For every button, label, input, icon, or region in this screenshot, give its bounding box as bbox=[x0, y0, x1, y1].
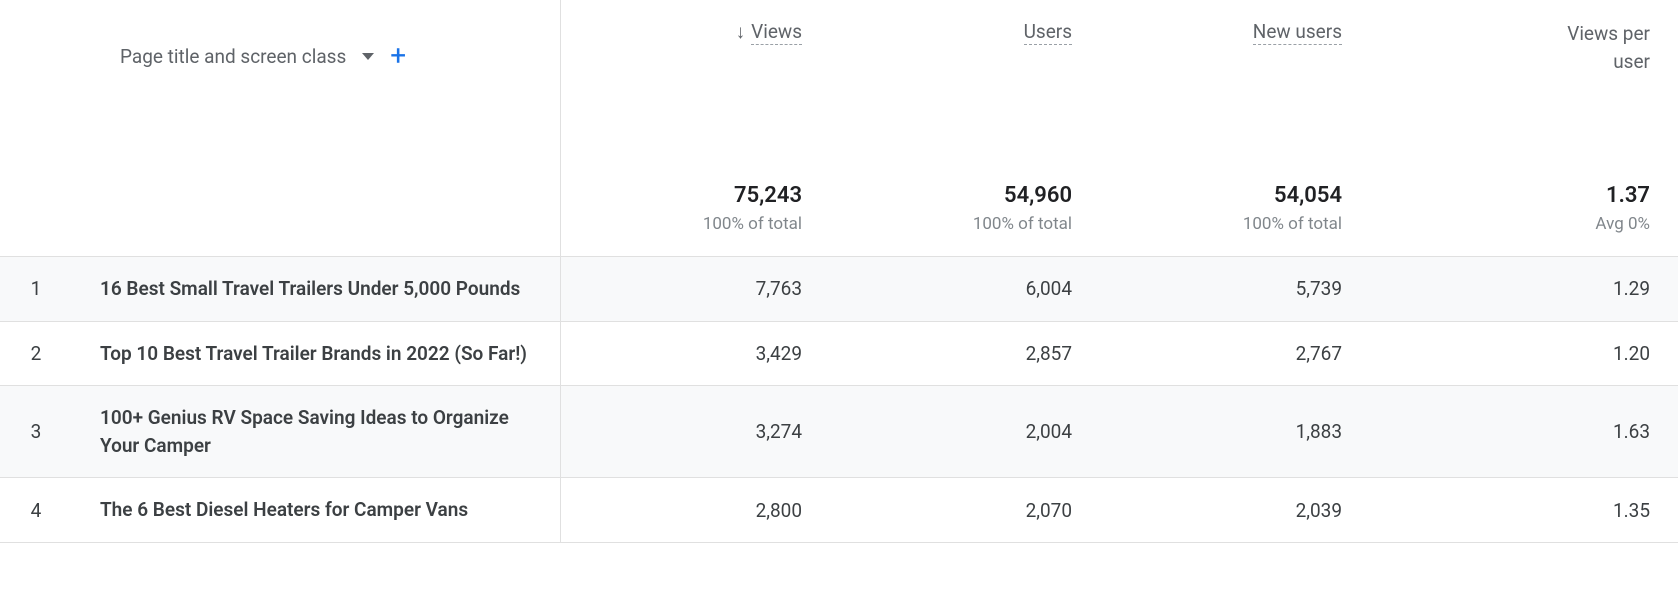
column-header-new-users[interactable]: New users bbox=[1100, 0, 1370, 83]
total-views: 75,243 100% of total bbox=[560, 83, 830, 257]
row-title[interactable]: Top 10 Best Travel Trailer Brands in 202… bbox=[100, 321, 560, 386]
total-views-per-user: 1.37 Avg 0% bbox=[1370, 83, 1678, 257]
row-views-per-user: 1.35 bbox=[1370, 478, 1678, 543]
row-views: 3,274 bbox=[560, 386, 830, 478]
column-header-views-per-user[interactable]: Views per user bbox=[1370, 0, 1678, 83]
row-users: 2,004 bbox=[830, 386, 1100, 478]
row-new-users: 5,739 bbox=[1100, 257, 1370, 322]
row-index: 1 bbox=[0, 257, 100, 322]
dimension-label: Page title and screen class bbox=[120, 45, 346, 68]
table-row[interactable]: 2 Top 10 Best Travel Trailer Brands in 2… bbox=[0, 321, 1678, 386]
row-index: 3 bbox=[0, 386, 100, 478]
row-new-users: 1,883 bbox=[1100, 386, 1370, 478]
row-users: 2,857 bbox=[830, 321, 1100, 386]
column-header-views[interactable]: ↓Views bbox=[560, 0, 830, 83]
analytics-table: Page title and screen class + ↓Views Use… bbox=[0, 0, 1678, 543]
table-row[interactable]: 4 The 6 Best Diesel Heaters for Camper V… bbox=[0, 478, 1678, 543]
row-title[interactable]: 16 Best Small Travel Trailers Under 5,00… bbox=[100, 257, 560, 322]
row-views-per-user: 1.20 bbox=[1370, 321, 1678, 386]
table-row[interactable]: 1 16 Best Small Travel Trailers Under 5,… bbox=[0, 257, 1678, 322]
row-views: 7,763 bbox=[560, 257, 830, 322]
row-new-users: 2,767 bbox=[1100, 321, 1370, 386]
row-views-per-user: 1.63 bbox=[1370, 386, 1678, 478]
row-users: 6,004 bbox=[830, 257, 1100, 322]
row-index: 4 bbox=[0, 478, 100, 543]
row-views: 3,429 bbox=[560, 321, 830, 386]
row-title[interactable]: The 6 Best Diesel Heaters for Camper Van… bbox=[100, 478, 560, 543]
column-header-users[interactable]: Users bbox=[830, 0, 1100, 83]
total-users: 54,960 100% of total bbox=[830, 83, 1100, 257]
sort-descending-icon: ↓ bbox=[736, 20, 746, 44]
total-new-users: 54,054 100% of total bbox=[1100, 83, 1370, 257]
row-views: 2,800 bbox=[560, 478, 830, 543]
chevron-down-icon bbox=[362, 53, 374, 60]
row-views-per-user: 1.29 bbox=[1370, 257, 1678, 322]
dimension-picker[interactable]: Page title and screen class + bbox=[0, 20, 532, 70]
row-users: 2,070 bbox=[830, 478, 1100, 543]
row-title[interactable]: 100+ Genius RV Space Saving Ideas to Org… bbox=[100, 386, 560, 478]
table-row[interactable]: 3 100+ Genius RV Space Saving Ideas to O… bbox=[0, 386, 1678, 478]
add-dimension-button[interactable]: + bbox=[390, 42, 406, 70]
row-index: 2 bbox=[0, 321, 100, 386]
row-new-users: 2,039 bbox=[1100, 478, 1370, 543]
